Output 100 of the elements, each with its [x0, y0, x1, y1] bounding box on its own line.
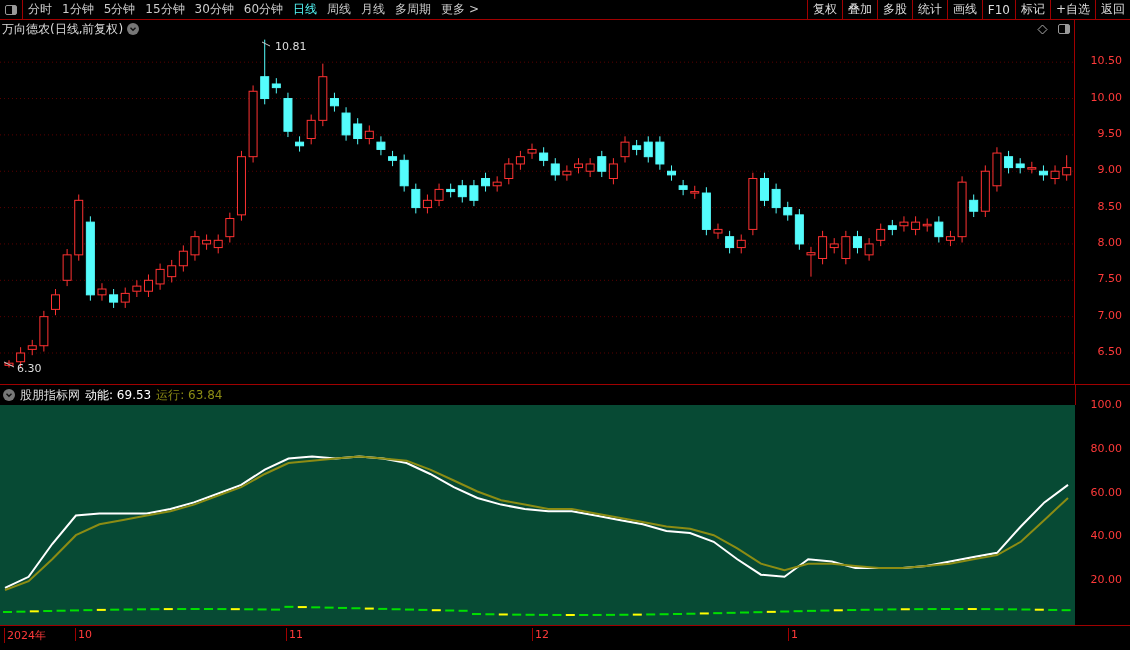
period-tab[interactable]: 更多 > — [436, 0, 484, 19]
date-label: 11 — [286, 628, 303, 641]
candle — [434, 183, 444, 207]
panel-toggle-icon[interactable] — [1058, 24, 1070, 34]
candle — [585, 157, 595, 178]
candle — [155, 263, 165, 291]
candle — [167, 259, 177, 283]
candle — [864, 237, 874, 262]
candle — [1027, 161, 1037, 174]
date-label: 12 — [532, 628, 549, 641]
period-tab[interactable]: 周线 — [322, 0, 357, 19]
candle — [1050, 164, 1060, 185]
axis-label: 8.50 — [1097, 199, 1122, 213]
indicator-name: 股朋指标网 — [20, 386, 80, 404]
candle — [178, 244, 188, 273]
axis-label: 9.00 — [1097, 163, 1122, 177]
candle — [364, 124, 374, 145]
date-label: 10 — [75, 628, 92, 641]
candle — [515, 150, 525, 171]
legend-value: 动能: 69.53 — [85, 386, 152, 404]
candle — [608, 157, 618, 185]
candle — [74, 194, 84, 262]
period-tab[interactable]: 分时 — [23, 0, 57, 19]
toolbar-button[interactable]: 统计 — [911, 0, 947, 19]
candle — [760, 172, 769, 207]
period-tab[interactable]: 30分钟 — [189, 0, 239, 19]
period-tab[interactable]: 月线 — [356, 0, 391, 19]
candle — [922, 218, 932, 233]
candle — [667, 164, 676, 182]
axis-label: 40.00 — [1090, 529, 1122, 543]
period-tab[interactable]: 60分钟 — [238, 0, 289, 19]
candle — [771, 183, 781, 214]
candle — [353, 117, 363, 145]
candle — [911, 215, 921, 236]
axis-label: 8.00 — [1097, 235, 1122, 249]
candle — [120, 287, 130, 309]
candle — [539, 146, 549, 167]
candle — [725, 230, 735, 254]
legend-value: 运行: 63.84 — [156, 386, 223, 404]
candle — [957, 175, 967, 243]
candle — [562, 164, 572, 182]
candle — [1015, 157, 1025, 174]
high-price-label: 10.81 — [275, 40, 307, 53]
candle — [283, 92, 293, 138]
period-tab[interactable]: 多周期 — [390, 0, 437, 19]
candle — [492, 175, 502, 193]
toolbar-button[interactable]: 返回 — [1095, 0, 1130, 19]
axis-label: 6.50 — [1097, 345, 1122, 358]
candle — [97, 282, 107, 302]
candle — [1004, 150, 1014, 174]
diamond-icon[interactable] — [1037, 23, 1048, 35]
date-label: 1 — [788, 628, 798, 641]
candle — [655, 135, 665, 171]
axis-label: 10.00 — [1090, 90, 1122, 104]
candle — [481, 172, 491, 193]
toolbar-button[interactable]: 复权 — [806, 0, 842, 19]
candle — [213, 234, 223, 254]
candle — [736, 234, 746, 254]
candle — [527, 143, 537, 160]
candle — [62, 248, 72, 287]
toolbar-button[interactable]: F10 — [981, 0, 1015, 19]
candle — [202, 234, 212, 251]
period-tab[interactable]: 5分钟 — [98, 0, 141, 19]
candle — [713, 223, 723, 240]
candle — [992, 146, 1002, 193]
panel-toggle-icon[interactable] — [5, 4, 17, 15]
leader-line — [261, 41, 271, 47]
candle — [144, 274, 153, 298]
period-tab[interactable]: 15分钟 — [140, 0, 190, 19]
dropdown-icon[interactable] — [3, 389, 15, 401]
axis-label: 7.50 — [1097, 272, 1122, 286]
dropdown-icon[interactable] — [127, 23, 140, 35]
candle — [27, 339, 37, 356]
candle — [1062, 154, 1072, 182]
candle — [806, 246, 816, 278]
candle — [887, 219, 897, 236]
axis-label: 9.50 — [1097, 126, 1122, 140]
date-label: 2024年 — [4, 628, 46, 643]
candle — [504, 157, 514, 185]
toolbar-button[interactable]: 多股 — [876, 0, 912, 19]
candle — [1038, 164, 1048, 182]
candle — [376, 135, 386, 156]
toolbar-button[interactable]: 画线 — [946, 0, 982, 19]
candle — [899, 215, 909, 233]
toolbar-button[interactable]: 叠加 — [841, 0, 877, 19]
low-price-label: 6.30 — [17, 362, 42, 375]
axis-label: 100.0 — [1090, 398, 1122, 412]
axis-label: 10.50 — [1090, 54, 1122, 68]
candle — [39, 310, 49, 353]
axis-label: 7.00 — [1097, 308, 1122, 322]
candle — [109, 288, 119, 309]
candle — [876, 223, 886, 247]
period-tab[interactable]: 1分钟 — [57, 0, 99, 19]
candle — [550, 157, 560, 182]
candle — [597, 150, 607, 178]
toolbar-button[interactable]: +自选 — [1049, 0, 1095, 19]
period-tab[interactable]: 日线 — [288, 0, 323, 19]
toolbar-button[interactable]: 标记 — [1014, 0, 1050, 19]
candle — [748, 172, 758, 236]
candle — [190, 230, 200, 262]
